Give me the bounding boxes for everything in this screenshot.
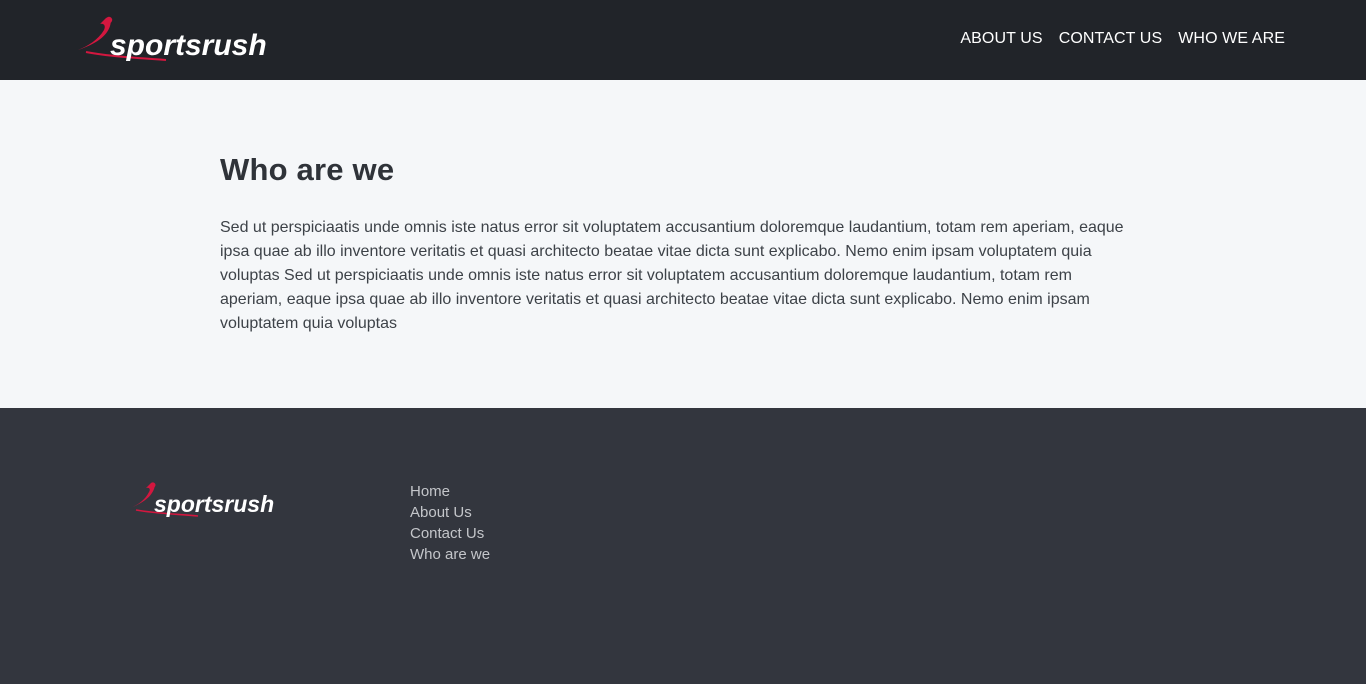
footer-logo-wordmark: sportsrush bbox=[154, 491, 274, 517]
logo-wordmark: sportsrush bbox=[110, 29, 267, 62]
page-title: Who are we bbox=[220, 152, 395, 187]
runner-head-icon bbox=[105, 16, 113, 24]
site-header: sportsrush ABOUT US CONTACT US WHO WE AR… bbox=[0, 0, 1366, 80]
footer-link-contact-us[interactable]: Contact Us bbox=[410, 523, 490, 544]
intro-paragraph: Sed ut perspiciaatis unde omnis iste nat… bbox=[220, 219, 1124, 332]
main-nav: ABOUT US CONTACT US WHO WE ARE bbox=[960, 28, 1285, 50]
sportsrush-logo[interactable]: sportsrush bbox=[76, 14, 268, 64]
nav-about-us[interactable]: ABOUT US bbox=[960, 28, 1042, 50]
nav-contact-us[interactable]: CONTACT US bbox=[1059, 28, 1163, 50]
nav-who-we-are[interactable]: WHO WE ARE bbox=[1178, 28, 1285, 50]
runner-icon bbox=[78, 17, 111, 50]
footer-link-about-us[interactable]: About Us bbox=[410, 502, 490, 523]
footer-links: Home About Us Contact Us Who are we bbox=[410, 481, 490, 565]
site-footer: sportsrush Home About Us Contact Us Who … bbox=[0, 408, 1366, 684]
footer-link-home[interactable]: Home bbox=[410, 481, 490, 502]
runner-head-icon bbox=[150, 482, 156, 488]
main-content: Who are we Sed ut perspiciaatis unde omn… bbox=[0, 80, 1366, 408]
footer-link-who-are-we[interactable]: Who are we bbox=[410, 544, 490, 565]
footer-sportsrush-logo[interactable]: sportsrush bbox=[128, 480, 274, 520]
